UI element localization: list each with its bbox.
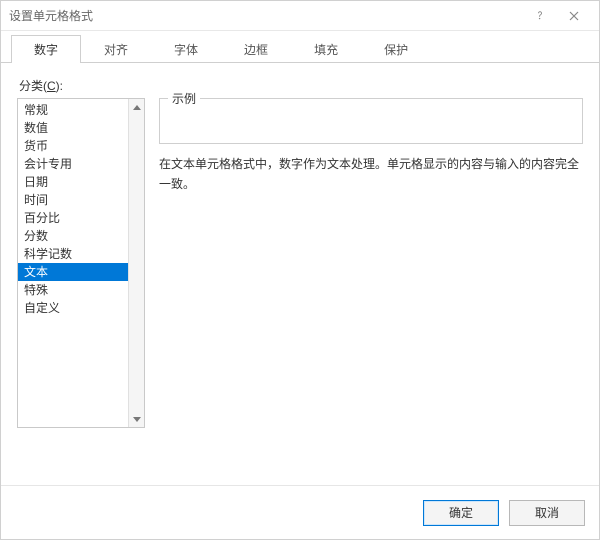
format-description: 在文本单元格格式中，数字作为文本处理。单元格显示的内容与输入的内容完全一致。 bbox=[159, 154, 583, 194]
cancel-button[interactable]: 取消 bbox=[509, 500, 585, 526]
category-listbox[interactable]: 常规数值货币会计专用日期时间百分比分数科学记数文本特殊自定义 bbox=[17, 98, 145, 428]
category-item[interactable]: 百分比 bbox=[18, 209, 128, 227]
close-button[interactable] bbox=[557, 2, 591, 30]
category-label-key: C bbox=[47, 79, 56, 93]
dialog-window: 设置单元格格式 数字对齐字体边框填充保护 分类(C): 常规数值货币会计专用日期… bbox=[0, 0, 600, 540]
sample-legend: 示例 bbox=[168, 90, 200, 107]
titlebar: 设置单元格格式 bbox=[1, 1, 599, 31]
columns: 常规数值货币会计专用日期时间百分比分数科学记数文本特殊自定义 示例 在文本单元格… bbox=[17, 98, 583, 485]
category-label-prefix: 分类( bbox=[19, 79, 47, 93]
category-item[interactable]: 会计专用 bbox=[18, 155, 128, 173]
ok-button[interactable]: 确定 bbox=[423, 500, 499, 526]
category-item[interactable]: 科学记数 bbox=[18, 245, 128, 263]
listbox-scrollbar[interactable] bbox=[128, 99, 144, 427]
category-items: 常规数值货币会计专用日期时间百分比分数科学记数文本特殊自定义 bbox=[18, 99, 128, 427]
category-item[interactable]: 自定义 bbox=[18, 299, 128, 317]
category-item[interactable]: 常规 bbox=[18, 101, 128, 119]
dialog-footer: 确定 取消 bbox=[1, 485, 599, 539]
tab-0[interactable]: 数字 bbox=[11, 35, 81, 63]
right-column: 示例 在文本单元格格式中，数字作为文本处理。单元格显示的内容与输入的内容完全一致… bbox=[159, 98, 583, 485]
category-item[interactable]: 文本 bbox=[18, 263, 128, 281]
category-label-suffix: ): bbox=[56, 79, 63, 93]
category-item[interactable]: 数值 bbox=[18, 119, 128, 137]
window-title: 设置单元格格式 bbox=[9, 7, 523, 24]
dialog-body: 分类(C): 常规数值货币会计专用日期时间百分比分数科学记数文本特殊自定义 示例 bbox=[1, 63, 599, 485]
category-item[interactable]: 特殊 bbox=[18, 281, 128, 299]
scroll-up-icon[interactable] bbox=[129, 99, 145, 115]
category-item[interactable]: 日期 bbox=[18, 173, 128, 191]
category-item[interactable]: 时间 bbox=[18, 191, 128, 209]
tab-3[interactable]: 边框 bbox=[221, 35, 291, 63]
tab-bar: 数字对齐字体边框填充保护 bbox=[1, 31, 599, 63]
help-button[interactable] bbox=[523, 2, 557, 30]
tab-1[interactable]: 对齐 bbox=[81, 35, 151, 63]
category-label: 分类(C): bbox=[19, 77, 583, 94]
tab-2[interactable]: 字体 bbox=[151, 35, 221, 63]
tab-4[interactable]: 填充 bbox=[291, 35, 361, 63]
tab-5[interactable]: 保护 bbox=[361, 35, 431, 63]
scroll-down-icon[interactable] bbox=[129, 411, 145, 427]
category-item[interactable]: 货币 bbox=[18, 137, 128, 155]
category-item[interactable]: 分数 bbox=[18, 227, 128, 245]
sample-box: 示例 bbox=[159, 98, 583, 144]
